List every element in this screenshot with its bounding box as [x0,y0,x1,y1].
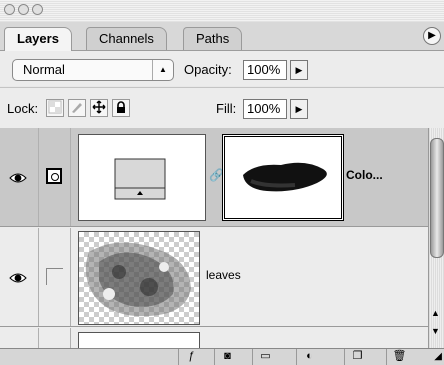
select-arrows-icon: ▲ [152,60,173,80]
new-layer-icon[interactable]: ❐ [344,349,370,365]
blend-row: Normal ▲ Opacity: 100% ▶ [0,51,444,86]
zoom-window-icon[interactable] [32,4,43,15]
tab-paths[interactable]: Paths [183,27,243,50]
link-column [38,128,71,226]
link-column [38,228,71,326]
mask-black-shape-icon [243,162,327,192]
lock-row: Lock: Fill: 100% ▶ [0,87,444,128]
visibility-column [0,128,39,226]
scroll-thumb[interactable] [430,138,444,258]
lock-label: Lock: [7,101,39,116]
delete-layer-trash-icon[interactable]: 🗑 [386,349,412,365]
scroll-up-arrow-icon[interactable]: ▲ [431,308,440,318]
layer-row-color[interactable]: 🔗 Colo... [0,128,428,227]
leaves-image-icon [85,242,191,317]
layer-row-leaves[interactable]: leaves [0,228,428,327]
palette-titlebar [0,0,444,23]
empty-link-box[interactable] [46,268,63,285]
layer-mask-indicator-icon[interactable] [46,168,62,184]
layers-bottom-bar: ƒ ◙ ▭ ◐ ❐ 🗑 ◢ [0,348,444,365]
palette-menu-icon[interactable]: ▶ [423,27,441,45]
layers-scrollbar[interactable]: ▲ ▼ [428,128,444,350]
fill-field[interactable]: 100% [243,99,287,119]
lock-all-padlock-icon[interactable] [112,99,130,117]
opacity-label: Opacity: [184,62,232,77]
partial-thumbnail[interactable] [78,332,200,348]
tab-strip: Layers Channels Paths ▶ [0,22,444,51]
tab-layers[interactable]: Layers [4,27,72,51]
new-layer-set-folder-icon[interactable]: ▭ [252,349,278,365]
add-layer-mask-icon[interactable]: ◙ [214,349,240,365]
fill-slider-arrow-icon[interactable]: ▶ [290,99,308,119]
tab-channels[interactable]: Channels [86,27,167,50]
visibility-column [0,328,39,348]
layer-list: 🔗 Colo... leaves [0,128,428,348]
opacity-slider-arrow-icon[interactable]: ▶ [290,60,308,80]
link-column [38,328,71,348]
eye-visible-icon[interactable] [9,172,27,184]
layer-name[interactable]: leaves [206,268,241,282]
leaves-thumbnail[interactable] [78,231,200,325]
blend-mode-value: Normal [23,62,65,77]
adjustment-thumbnail[interactable] [78,134,206,221]
lock-transparency-icon[interactable] [46,99,64,117]
lock-position-move-icon[interactable] [90,99,108,117]
scroll-down-arrow-icon[interactable]: ▼ [431,326,440,336]
opacity-field[interactable]: 100% [243,60,287,80]
layer-name[interactable]: Colo... [346,168,383,182]
mask-thumbnail[interactable] [222,134,344,221]
fill-label: Fill: [216,101,237,116]
eye-visible-icon[interactable] [9,272,27,284]
adjustment-layer-icon [114,158,166,200]
minimize-window-icon[interactable] [18,4,29,15]
resize-grip-icon[interactable]: ◢ [434,351,442,362]
visibility-column [0,228,39,326]
blend-mode-select[interactable]: Normal ▲ [12,59,174,81]
new-adjustment-layer-icon[interactable]: ◐ [296,349,322,365]
close-window-icon[interactable] [4,4,15,15]
layer-row-partial[interactable] [0,328,428,348]
lock-image-brush-icon[interactable] [68,99,86,117]
layer-style-icon[interactable]: ƒ [178,349,204,365]
